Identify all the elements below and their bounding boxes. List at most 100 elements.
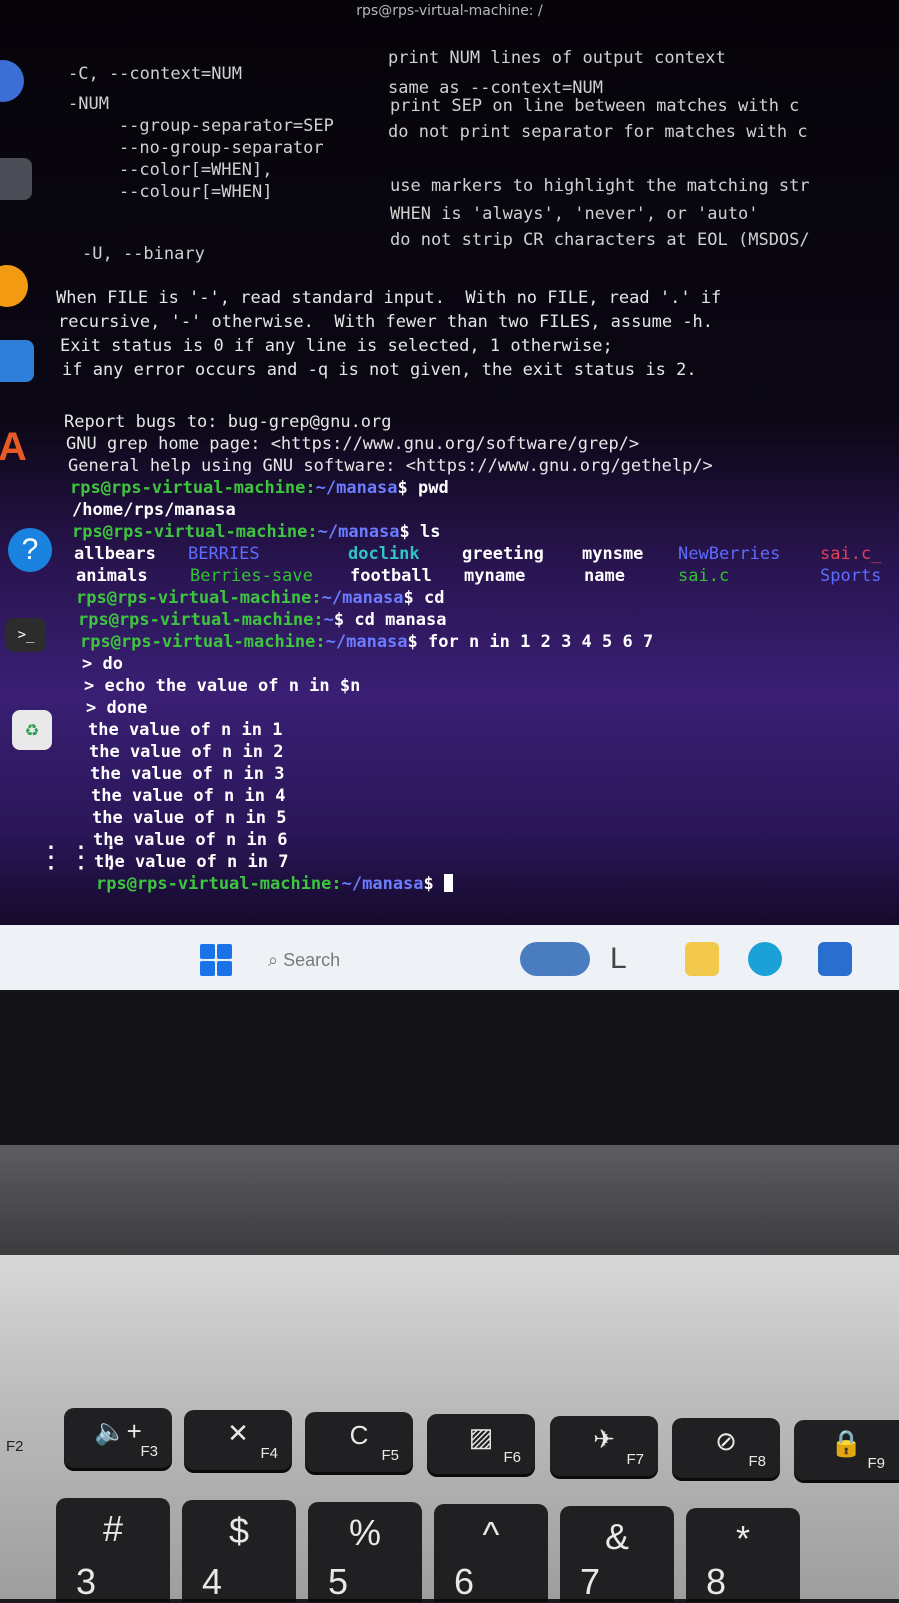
prompt-dollar: $: [399, 522, 410, 542]
key-char: 8: [706, 1561, 727, 1602]
key-label: F8: [748, 1453, 766, 1470]
monitor-screen: rps@rps-virtual-machine: / A ? >_ ♻ ⋮⋮⋮ …: [0, 0, 899, 1000]
help-option: -NUM: [68, 94, 109, 114]
key-5[interactable]: % 5: [308, 1502, 422, 1602]
key-6[interactable]: ^ 6: [434, 1504, 548, 1602]
search-icon: ⌕: [268, 950, 284, 970]
command-output: /home/rps/manasa: [72, 500, 236, 520]
key-8[interactable]: * 8: [686, 1508, 800, 1602]
key-shift-char: *: [735, 1518, 750, 1559]
prompt-dollar: $: [333, 610, 345, 630]
app-grid-icon[interactable]: ⋮⋮⋮: [36, 840, 126, 876]
start-button[interactable]: [200, 944, 232, 976]
ls-entry: name: [584, 566, 625, 586]
store-icon[interactable]: [818, 942, 852, 976]
prompt-host: rps@rps-virtual-machine:: [78, 610, 324, 630]
key-char: 3: [76, 1561, 97, 1602]
help-text-line: Exit status is 0 if any line is selected…: [60, 336, 613, 356]
help-option: -C, --context=NUM: [68, 64, 242, 84]
taskview-icon[interactable]: L: [610, 942, 644, 976]
help-desc: print SEP on line between matches with c: [390, 96, 800, 116]
loop-output: the value of n in 1: [88, 720, 283, 740]
laptop-bezel: [0, 990, 899, 1145]
file-explorer-icon[interactable]: [685, 942, 719, 976]
search-placeholder: Search: [283, 950, 341, 970]
continuation-line: > done: [86, 698, 148, 718]
key-f6[interactable]: ▨ F6: [427, 1414, 535, 1474]
key-f9[interactable]: 🔒 F9: [794, 1420, 899, 1480]
rhythmbox-icon[interactable]: [0, 265, 28, 307]
help-option: --group-separator=SEP: [78, 116, 334, 136]
key-3[interactable]: #3: [56, 1498, 170, 1602]
key-label: F5: [381, 1447, 399, 1464]
loop-output: the value of n in 5: [92, 808, 287, 828]
key-f3[interactable]: 🔈+ F3: [64, 1408, 172, 1468]
key-label: F4: [260, 1445, 278, 1462]
ls-entry: allbears: [74, 544, 156, 564]
files-icon[interactable]: [0, 158, 32, 200]
key-shift-char: &: [604, 1516, 629, 1557]
ls-entry: BERRIES: [188, 544, 260, 564]
key-4[interactable]: $4: [182, 1500, 296, 1602]
prompt-host: rps@rps-virtual-machine:: [72, 522, 318, 542]
key-shift-char: ^: [482, 1514, 500, 1555]
prompt-dollar: $: [403, 588, 414, 608]
loop-output: the value of n in 2: [89, 742, 284, 762]
prompt-line: rps@rps-virtual-machine:~/manasa$ cd: [76, 588, 445, 608]
help-option: --colour[=WHEN]: [78, 182, 273, 202]
key-f8[interactable]: ⊘ F8: [672, 1418, 780, 1478]
ls-entry: Berries-save: [190, 566, 313, 586]
prompt-line[interactable]: rps@rps-virtual-machine:~/manasa$: [96, 874, 454, 894]
key-char: 7: [580, 1561, 601, 1602]
loop-output: the value of n in 3: [90, 764, 285, 784]
key-label: F6: [503, 1449, 521, 1466]
key-label: F7: [626, 1451, 644, 1468]
help-desc: do not print separator for matches with …: [388, 122, 808, 142]
key-shift-char: %: [348, 1512, 381, 1553]
help-desc: do not strip CR characters at EOL (MSDOS…: [390, 230, 810, 250]
help-option: --no-group-separator: [78, 138, 324, 158]
key-f7[interactable]: ✈ F7: [550, 1416, 658, 1476]
key-f2-label: F2: [6, 1438, 24, 1455]
command: for n in 1 2 3 4 5 6 7: [417, 632, 654, 652]
key-7[interactable]: & 7: [560, 1506, 674, 1602]
dock: A ? >_ ♻ ⋮⋮⋮: [0, 40, 126, 920]
edge-icon[interactable]: [748, 942, 782, 976]
help-text-line: if any error occurs and -q is not given,…: [62, 360, 697, 380]
prompt-path: ~/manasa: [321, 588, 404, 608]
help-icon[interactable]: ?: [8, 528, 52, 572]
command: cd: [413, 588, 445, 608]
software-center-icon[interactable]: A: [0, 425, 40, 469]
prompt-path: ~/manasa: [317, 522, 400, 542]
ls-entry: NewBerries: [678, 544, 781, 564]
help-text-line: When FILE is '-', read standard input. W…: [56, 288, 722, 308]
writer-icon[interactable]: [0, 340, 34, 382]
help-text-line: recursive, '-' otherwise. With fewer tha…: [58, 312, 714, 332]
trash-icon[interactable]: ♻: [12, 710, 52, 750]
ls-entry: greeting: [462, 544, 544, 564]
prompt-line: rps@rps-virtual-machine:~/manasa$ for n …: [80, 632, 653, 652]
prompt-path: ~/manasa: [341, 874, 424, 894]
prompt-path: ~/manasa: [325, 632, 408, 652]
key-f4[interactable]: ✕ F4: [184, 1410, 292, 1470]
loop-output: the value of n in 7: [94, 852, 289, 872]
terminal-dock-icon[interactable]: >_: [6, 618, 46, 652]
prompt-host: rps@rps-virtual-machine:: [70, 478, 316, 498]
key-label: F3: [140, 1443, 158, 1460]
key-shift-char: #: [102, 1508, 124, 1549]
prompt-line: rps@rps-virtual-machine:~/manasa$ ls: [72, 522, 441, 542]
browser-icon[interactable]: [0, 60, 24, 102]
taskbar-search[interactable]: ⌕ Search: [268, 945, 408, 975]
prompt-dollar: $: [397, 478, 408, 498]
report-line: Report bugs to: bug-grep@gnu.org: [64, 412, 392, 432]
text-cursor: [444, 874, 454, 892]
key-f5[interactable]: C F5: [305, 1412, 413, 1472]
key-shift-char: $: [228, 1510, 250, 1551]
key-char: 5: [328, 1561, 349, 1602]
ls-entry: mynsme: [582, 544, 644, 564]
weather-widget-icon[interactable]: [520, 942, 590, 976]
terminal-window[interactable]: rps@rps-virtual-machine: / A ? >_ ♻ ⋮⋮⋮ …: [0, 0, 899, 925]
ls-entry: football: [350, 566, 432, 586]
help-desc: use markers to highlight the matching st…: [390, 176, 810, 196]
help-desc: WHEN is 'always', 'never', or 'auto': [390, 204, 759, 224]
